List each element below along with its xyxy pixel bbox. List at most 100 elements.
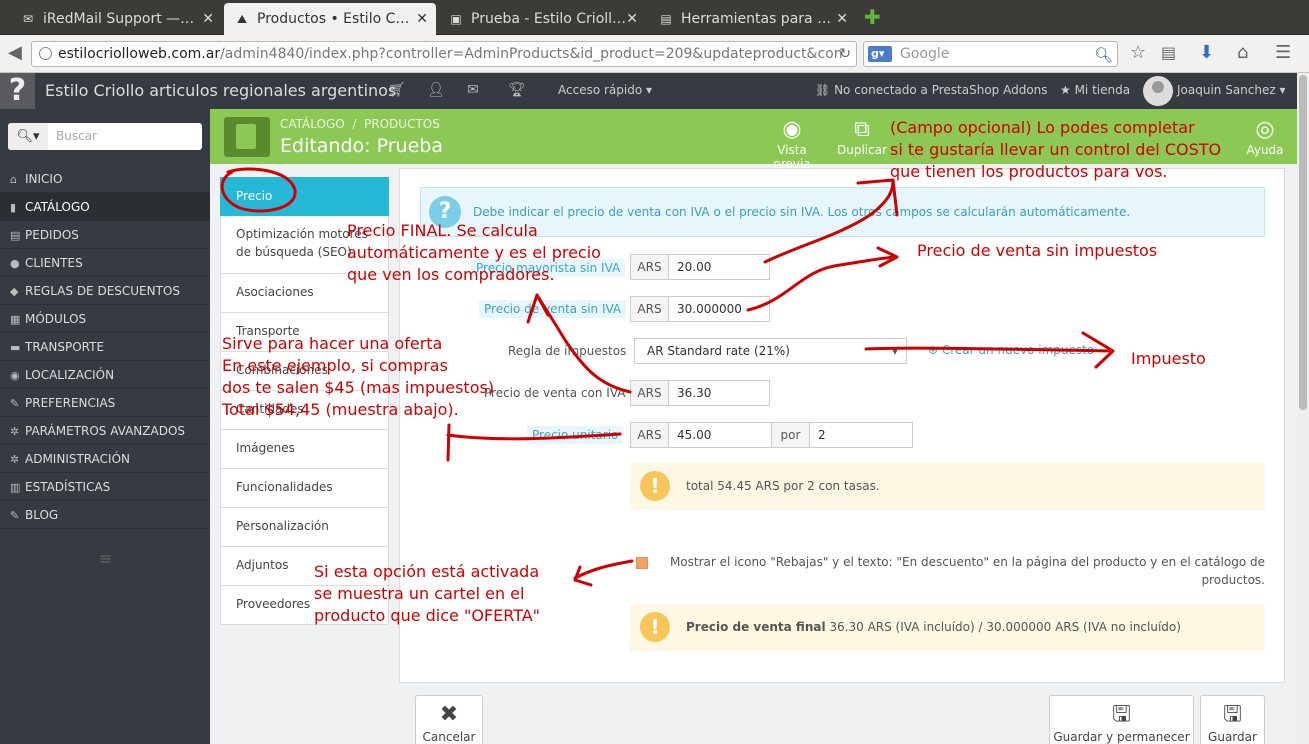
unlink-icon: ⛓ [815, 83, 835, 97]
floppy-icon: 🖫 [1223, 702, 1242, 727]
users-icon: ● [10, 257, 20, 270]
duplicate-button[interactable]: ⧉ Duplicar [837, 117, 887, 157]
tax-incl-price-input[interactable]: 36.30 [668, 380, 770, 406]
star-icon: ★ [1060, 83, 1075, 97]
annotation-offer-4: Total $54,45 (muestra abajo). [222, 400, 459, 419]
annotation-offer-3: dos te salen $45 (mas impuestos) [222, 378, 495, 397]
sidebar-item-clientes[interactable]: ● CLIENTES [0, 249, 210, 277]
tax-rule-select[interactable]: AR Standard rate (21%) [634, 338, 907, 364]
user-menu[interactable]: Joaquin Sanchez ▾ [1177, 83, 1286, 97]
sidebar-item-parametros[interactable]: ✲ PARÁMETROS AVANZADOS [0, 417, 210, 445]
on-sale-checkbox[interactable] [636, 557, 648, 569]
sidebar-item-estadisticas[interactable]: ▥ ESTADÍSTICAS [0, 473, 210, 501]
scrollbar-thumb[interactable] [1299, 75, 1307, 410]
sidebar-item-localizacion[interactable]: ◉ LOCALIZACIÓN [0, 361, 210, 389]
sidebar-item-administracion[interactable]: ✲ ADMINISTRACIÓN [0, 445, 210, 473]
info-alert: ? Debe indicar el precio de venta con IVA… [420, 187, 1265, 237]
sidebar-item-catalogo[interactable]: ▮ CATÁLOGO [0, 193, 210, 221]
trophy-icon[interactable]: 🏆︎ [508, 82, 526, 98]
back-icon[interactable]: ◀ [8, 44, 22, 62]
shop-name[interactable]: Estilo Criollo articulos regionales arge… [45, 81, 396, 100]
unit-price-label: Precio unitario [527, 426, 624, 444]
bookmarks-icon[interactable]: ▤ [1161, 44, 1176, 62]
on-sale-label: Mostrar el icono "Rebajas" y el texto: "… [669, 555, 1265, 587]
browser-tab[interactable]: ▣ Prueba - Estilo Crioll… ✕ [438, 3, 646, 35]
collapse-menu-icon[interactable]: ≡ [99, 549, 112, 568]
browser-tab[interactable]: ▤ Herramientas para … ✕ [648, 3, 856, 35]
tag-icon: ◆ [10, 285, 19, 298]
globe-icon [39, 47, 52, 60]
help-button[interactable]: ◎ Ayuda [1240, 117, 1290, 157]
admin-header: ? Estilo Criollo articulos regionales ar… [0, 73, 1297, 109]
tab-imagenes[interactable]: Imágenes [220, 430, 389, 469]
sidebar-item-blog[interactable]: ✎ BLOG [0, 501, 210, 529]
tab-precio[interactable]: Precio [220, 177, 389, 216]
currency-addon: ARS [630, 296, 669, 322]
site-icon: ⛰ [236, 11, 248, 26]
download-icon[interactable]: ⬇ [1199, 44, 1214, 62]
browser-tabbar: ✉ iRedMail Support —… ✕ ⛰ Productos • Estil… [0, 0, 1309, 35]
gear-icon: ✲ [10, 453, 20, 466]
cart-icon[interactable]: 🛒︎ [388, 82, 406, 98]
unit-qty-input[interactable]: 2 [809, 422, 913, 448]
sidebar-item-pedidos[interactable]: ▤ PEDIDOS [0, 221, 210, 249]
final-price-alert: ! Precio de venta final 36.30 ARS (IVA in… [630, 604, 1265, 651]
url-bar[interactable]: estilocriolloweb.com.ar/admin4840/index.… [31, 41, 857, 67]
save-stay-button[interactable]: 🖫 Guardar y permanecer [1049, 695, 1194, 744]
browser-tab[interactable]: ✉ iRedMail Support —… ✕ [10, 3, 222, 35]
currency-addon: ARS [630, 380, 669, 406]
addons-link[interactable]: ⛓ No conectado a PrestaShop Addons [815, 83, 1048, 97]
close-icon[interactable]: ✕ [626, 11, 638, 27]
cancel-button[interactable]: ✖ Cancelar [415, 695, 483, 744]
menu-icon[interactable]: ☰ [1275, 44, 1291, 62]
search-input[interactable]: g▾ Google 🔍︎ [863, 41, 1118, 67]
browser-tab-active[interactable]: ⛰ Productos • Estilo C… ✕ [224, 3, 436, 35]
help-icon[interactable]: ? [0, 73, 35, 109]
new-tab-button[interactable]: ✚ [864, 7, 881, 27]
close-icon[interactable]: ✕ [836, 11, 848, 27]
sidebar: 🔍︎▾ Buscar ⌂ INICIO ▮ CATÁLOGO ▤ PEDIDOS ● C… [0, 109, 210, 744]
tab-funcionalidades[interactable]: Funcionalidades [220, 469, 389, 508]
puzzle-icon: ▦ [10, 313, 21, 326]
my-shop-link[interactable]: ★ Mi tienda [1060, 83, 1130, 97]
home-icon[interactable]: ⌂ [1237, 44, 1248, 62]
sidebar-item-reglas[interactable]: ◆ REGLAS DE DESCUENTOS [0, 277, 210, 305]
sidebar-search[interactable]: 🔍︎▾ Buscar [8, 123, 202, 150]
user-icon[interactable]: 👤︎ [427, 82, 445, 98]
save-button[interactable]: 🖫 Guardar [1200, 695, 1265, 744]
new-tax-link[interactable]: ⊕ Crear un nuevo impuesto [928, 343, 1094, 357]
lifebuoy-icon: ◎ [1255, 117, 1275, 142]
eye-icon: ◉ [782, 117, 802, 142]
sidebar-menu: ⌂ INICIO ▮ CATÁLOGO ▤ PEDIDOS ● CLIENTES ◆ RE… [0, 165, 210, 529]
preview-button[interactable]: ◉ Vista previa [760, 117, 824, 171]
pre-tax-price-input[interactable]: 30.000000 [668, 296, 770, 322]
quick-access-dropdown[interactable]: Acceso rápido ▾ [558, 83, 652, 97]
sidebar-item-transporte[interactable]: ▬ TRANSPORTE [0, 333, 210, 361]
search-icon[interactable]: 🔍︎ [1094, 43, 1113, 67]
annotation-no-tax: Precio de venta sin impuestos [917, 241, 1158, 260]
wholesale-price-input[interactable]: 20.00 [668, 254, 770, 280]
annotation-offer-2: En este ejemplo, si compras [222, 356, 448, 375]
page-scrollbar[interactable] [1297, 73, 1309, 744]
envelope-icon[interactable]: ✉ [467, 82, 479, 98]
globe-icon: ◉ [10, 369, 20, 382]
google-icon[interactable]: g▾ [868, 46, 892, 62]
copy-icon: ⧉ [854, 117, 870, 142]
close-icon[interactable]: ✕ [202, 11, 214, 27]
truck-icon: ▬ [10, 341, 21, 354]
bookmark-star-icon[interactable]: ☆ [1130, 44, 1146, 62]
sidebar-item-preferencias[interactable]: ✎ PREFERENCIAS [0, 389, 210, 417]
site-icon: ▣ [450, 12, 462, 26]
sidebar-item-modulos[interactable]: ▦ MÓDULOS [0, 305, 210, 333]
credit-card-icon: ▤ [10, 229, 21, 242]
pre-tax-price-label: Precio de venta sin IVA [479, 300, 627, 318]
unit-price-input[interactable]: 45.00 [668, 422, 772, 448]
sidebar-item-inicio[interactable]: ⌂ INICIO [0, 165, 210, 193]
unit-total-alert: ! total 54.45 ARS por 2 con tasas. [630, 463, 1265, 510]
avatar[interactable] [1143, 76, 1173, 106]
close-icon[interactable]: ✕ [416, 11, 428, 27]
search-icon[interactable]: 🔍︎▾ [8, 123, 48, 150]
tab-personalizacion[interactable]: Personalización [220, 508, 389, 547]
reload-icon[interactable]: ↻ [839, 42, 851, 66]
currency-addon: ARS [630, 422, 669, 448]
